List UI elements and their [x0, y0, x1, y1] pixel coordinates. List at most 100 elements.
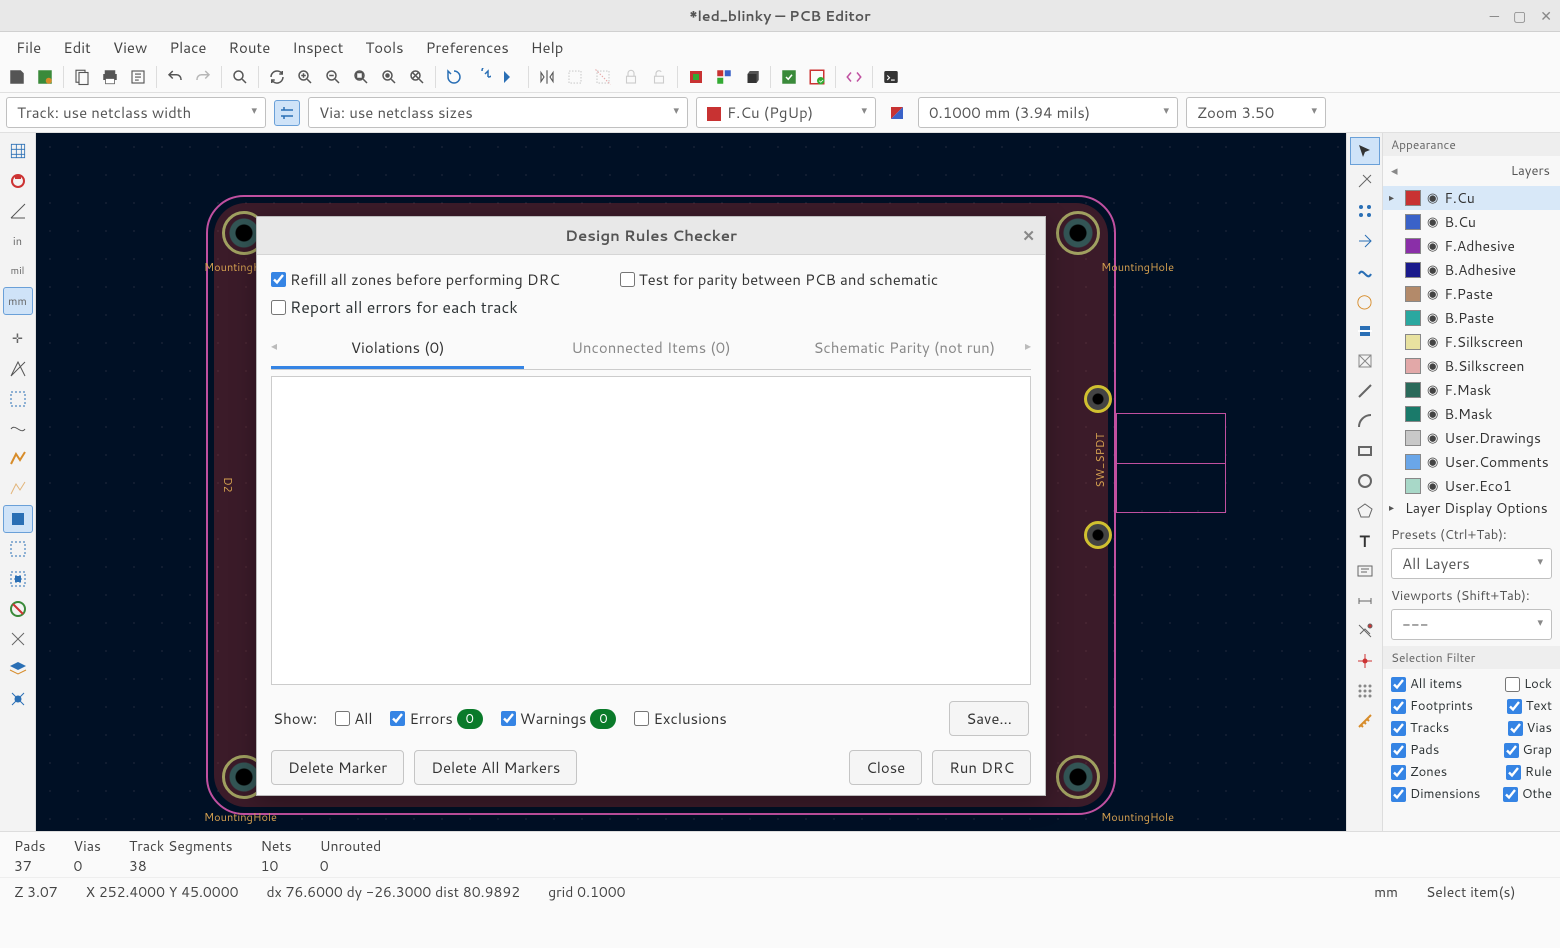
- layer-display-options[interactable]: ▸Layer Display Options: [1383, 496, 1560, 520]
- visibility-icon[interactable]: ◉: [1427, 333, 1438, 351]
- menu-inspect[interactable]: Inspect: [282, 33, 353, 62]
- place-via-icon[interactable]: [1350, 317, 1380, 345]
- run-drc-button[interactable]: Run DRC: [932, 750, 1031, 785]
- place-rule-area-icon[interactable]: [1350, 377, 1380, 405]
- layer-row[interactable]: ◉F.Silkscreen: [1383, 330, 1560, 354]
- filter-checkbox[interactable]: Othe: [1503, 785, 1552, 803]
- visibility-icon[interactable]: ◉: [1427, 285, 1438, 303]
- unlock-icon[interactable]: [646, 64, 672, 90]
- filter-checkbox[interactable]: Grap: [1504, 741, 1552, 759]
- close-icon[interactable]: ✕: [1022, 225, 1035, 246]
- grid-overrides-icon[interactable]: [3, 167, 33, 195]
- visibility-icon[interactable]: ◉: [1427, 189, 1438, 207]
- visibility-icon[interactable]: ◉: [1427, 453, 1438, 471]
- visibility-icon[interactable]: ◉: [1427, 261, 1438, 279]
- grid-dropdown[interactable]: 0.1000 mm (3.94 mils): [918, 97, 1178, 128]
- local-ratsnest-icon[interactable]: [1350, 197, 1380, 225]
- violations-list[interactable]: [271, 376, 1031, 685]
- update-pcb-icon[interactable]: [776, 64, 802, 90]
- save-button[interactable]: Save…: [949, 701, 1029, 736]
- maximize-icon[interactable]: ▢: [1513, 6, 1526, 26]
- redo-icon[interactable]: [190, 64, 216, 90]
- menu-place[interactable]: Place: [159, 33, 216, 62]
- refresh-icon[interactable]: [264, 64, 290, 90]
- visibility-icon[interactable]: ◉: [1427, 357, 1438, 375]
- viewports-dropdown[interactable]: ---: [1391, 609, 1552, 640]
- layer-row[interactable]: ◉B.Adhesive: [1383, 258, 1560, 282]
- via-outline-icon[interactable]: [3, 505, 33, 533]
- place-arc-icon[interactable]: [1350, 407, 1380, 435]
- fill-zones-icon[interactable]: [3, 415, 33, 443]
- filter-checkbox[interactable]: Text: [1507, 697, 1552, 715]
- group-icon[interactable]: [562, 64, 588, 90]
- place-zone-icon[interactable]: [1350, 347, 1380, 375]
- menu-route[interactable]: Route: [219, 33, 281, 62]
- layers-list[interactable]: ▸◉F.Cu◉B.Cu◉F.Adhesive◉B.Adhesive◉F.Past…: [1383, 186, 1560, 496]
- track-outline-icon[interactable]: [3, 535, 33, 563]
- place-circle-icon[interactable]: [1350, 467, 1380, 495]
- refill-zones-checkbox[interactable]: Refill all zones before performing DRC: [271, 269, 560, 290]
- menu-edit[interactable]: Edit: [53, 33, 101, 62]
- menu-tools[interactable]: Tools: [355, 33, 413, 62]
- filter-checkbox[interactable]: Pads: [1391, 741, 1439, 759]
- menu-preferences[interactable]: Preferences: [416, 33, 519, 62]
- filter-checkbox[interactable]: All items: [1391, 675, 1462, 693]
- layer-row[interactable]: ◉User.Comments: [1383, 450, 1560, 474]
- visibility-icon[interactable]: ◉: [1427, 477, 1438, 495]
- place-textbox-icon[interactable]: [1350, 557, 1380, 585]
- page-settings-icon[interactable]: [69, 64, 95, 90]
- layer-row[interactable]: ◉User.Eco1: [1383, 474, 1560, 496]
- zoom-selection-icon[interactable]: [404, 64, 430, 90]
- close-button[interactable]: Close: [849, 750, 922, 785]
- place-footprint-icon[interactable]: [1350, 227, 1380, 255]
- units-in-icon[interactable]: in: [3, 227, 33, 255]
- place-origin-icon[interactable]: [1350, 647, 1380, 675]
- layer-pair-icon[interactable]: [884, 100, 910, 126]
- ratsnest-icon[interactable]: [3, 355, 33, 383]
- zoom-objects-icon[interactable]: [376, 64, 402, 90]
- menu-view[interactable]: View: [103, 33, 158, 62]
- filter-checkbox[interactable]: Vias: [1508, 719, 1552, 737]
- layer-row[interactable]: ◉F.Mask: [1383, 378, 1560, 402]
- filter-checkbox[interactable]: Tracks: [1391, 719, 1449, 737]
- visibility-icon[interactable]: ◉: [1427, 309, 1438, 327]
- show-all-checkbox[interactable]: All: [335, 708, 372, 729]
- track-width-dropdown[interactable]: Track: use netclass width: [6, 97, 266, 128]
- delete-tool-icon[interactable]: [1350, 617, 1380, 645]
- parity-checkbox[interactable]: Test for parity between PCB and schemati…: [620, 269, 938, 290]
- layer-row[interactable]: ◉F.Adhesive: [1383, 234, 1560, 258]
- units-mm-icon[interactable]: mm: [3, 287, 33, 315]
- tab-violations[interactable]: Violations (0): [271, 329, 524, 369]
- undo-icon[interactable]: [162, 64, 188, 90]
- lock-icon[interactable]: [618, 64, 644, 90]
- filter-checkbox[interactable]: Lock: [1505, 675, 1552, 693]
- show-warnings-checkbox[interactable]: Warnings 0: [501, 708, 617, 729]
- layer-dropdown[interactable]: F.Cu (PgUp): [696, 97, 876, 128]
- 3d-viewer-icon[interactable]: [739, 64, 765, 90]
- layer-row[interactable]: ◉B.Cu: [1383, 210, 1560, 234]
- properties-icon[interactable]: [3, 685, 33, 713]
- show-exclusions-checkbox[interactable]: Exclusions: [634, 708, 726, 729]
- console-icon[interactable]: [878, 64, 904, 90]
- visibility-icon[interactable]: ◉: [1427, 237, 1438, 255]
- report-all-checkbox[interactable]: Report all errors for each track: [271, 296, 1031, 319]
- measure-tool-icon[interactable]: [1350, 707, 1380, 735]
- cursor-shape-icon[interactable]: ✛: [3, 325, 33, 353]
- zoom-out-icon[interactable]: [320, 64, 346, 90]
- units-mil-icon[interactable]: mil: [3, 257, 33, 285]
- visibility-icon[interactable]: ◉: [1427, 405, 1438, 423]
- tab-schematic-parity[interactable]: Schematic Parity (not run): [778, 329, 1031, 369]
- visibility-icon[interactable]: ◉: [1427, 213, 1438, 231]
- polar-coords-icon[interactable]: [3, 197, 33, 225]
- filter-checkbox[interactable]: Footprints: [1391, 697, 1473, 715]
- via-size-dropdown[interactable]: Via: use netclass sizes: [308, 97, 688, 128]
- board-setup-icon[interactable]: [32, 64, 58, 90]
- footprint-editor-icon[interactable]: [683, 64, 709, 90]
- filter-checkbox[interactable]: Zones: [1391, 763, 1447, 781]
- zoom-in-icon[interactable]: [292, 64, 318, 90]
- show-errors-checkbox[interactable]: Errors 0: [390, 708, 482, 729]
- zoom-fit-icon[interactable]: [348, 64, 374, 90]
- flip-h-icon[interactable]: [534, 64, 560, 90]
- mirror-v-icon[interactable]: [497, 64, 523, 90]
- save-icon[interactable]: [4, 64, 30, 90]
